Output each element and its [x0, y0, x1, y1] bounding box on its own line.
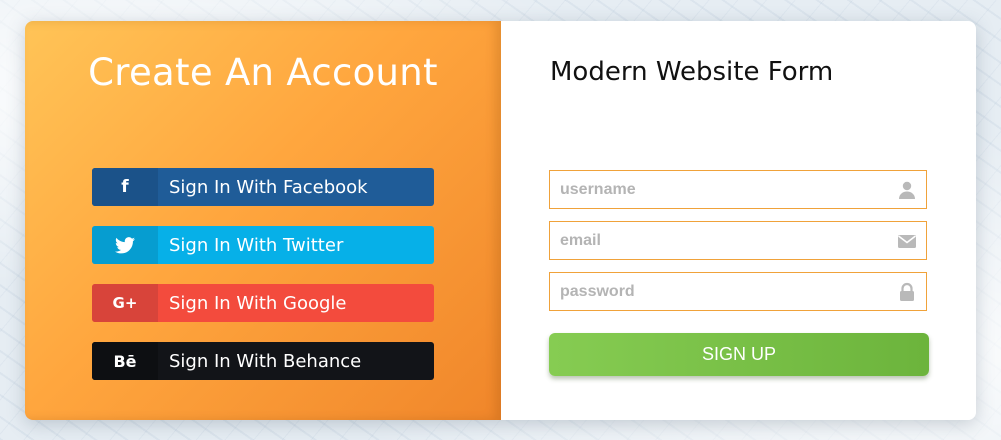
twitter-icon: [92, 226, 158, 264]
twitter-signin-label: Sign In With Twitter: [169, 234, 344, 256]
envelope-icon: [898, 235, 916, 248]
google-signin-label: Sign In With Google: [169, 292, 347, 314]
behance-icon: Bē: [92, 342, 158, 380]
signup-card: Create An Account f Sign In With Faceboo…: [25, 21, 976, 420]
email-input[interactable]: [550, 222, 890, 259]
user-icon: [899, 181, 915, 199]
google-signin-button[interactable]: G+ Sign In With Google: [92, 284, 434, 322]
facebook-signin-label: Sign In With Facebook: [169, 176, 368, 198]
password-field-wrapper: [549, 272, 927, 311]
facebook-signin-button[interactable]: f Sign In With Facebook: [92, 168, 434, 206]
email-field-wrapper: [549, 221, 927, 260]
form-title: Modern Website Form: [550, 57, 834, 87]
behance-signin-label: Sign In With Behance: [169, 350, 362, 372]
username-input[interactable]: [550, 171, 890, 208]
twitter-signin-button[interactable]: Sign In With Twitter: [92, 226, 434, 264]
lock-icon: [900, 282, 914, 301]
facebook-icon: f: [92, 168, 158, 206]
password-input[interactable]: [550, 273, 890, 310]
signup-form-panel: Modern Website Form SIGN UP: [501, 21, 976, 420]
behance-signin-button[interactable]: Bē Sign In With Behance: [92, 342, 434, 380]
username-field-wrapper: [549, 170, 927, 209]
panel-title: Create An Account: [88, 51, 438, 94]
social-signup-panel: Create An Account f Sign In With Faceboo…: [25, 21, 501, 420]
signup-button[interactable]: SIGN UP: [549, 333, 929, 376]
google-plus-icon: G+: [92, 284, 158, 322]
